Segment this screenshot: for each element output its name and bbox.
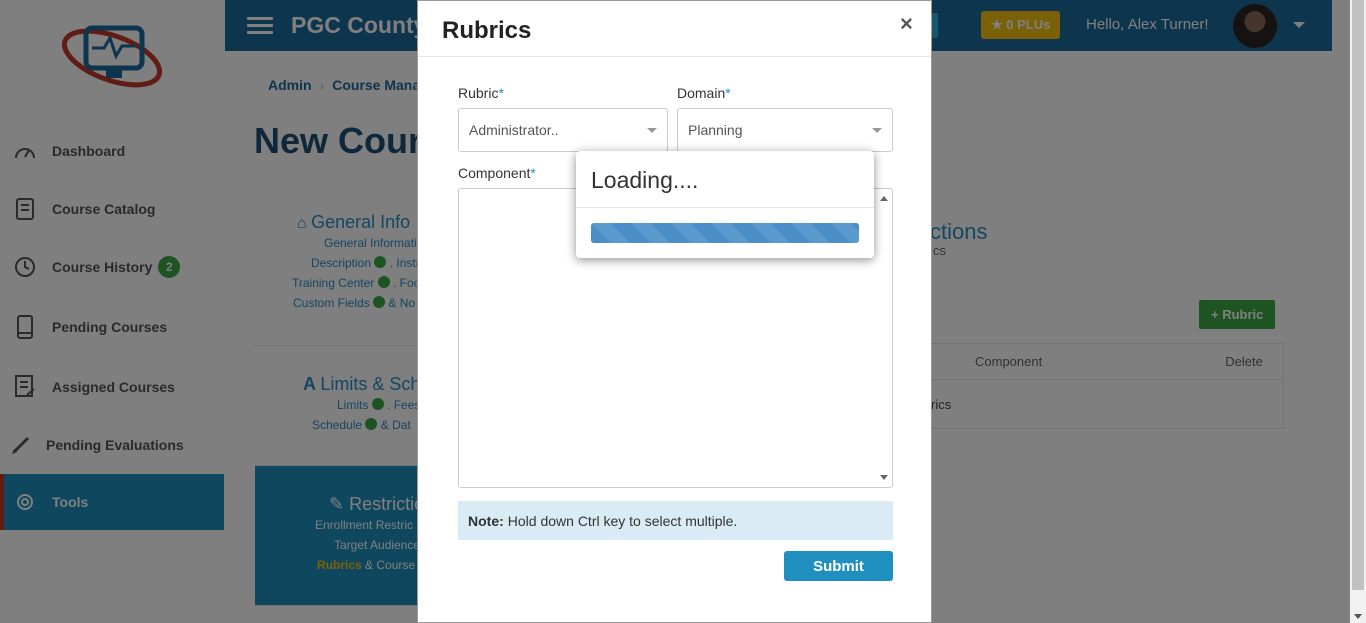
component-label: Component* (458, 165, 536, 181)
loading-progress-bar (591, 223, 859, 243)
multiselect-scrollbar[interactable] (876, 189, 892, 487)
rubric-selected-value: Administrator.. (469, 122, 559, 138)
domain-selected-value: Planning (688, 122, 743, 138)
chevron-down-icon (872, 128, 882, 133)
scroll-up-icon (880, 196, 888, 201)
page-scrollbar[interactable] (1350, 0, 1366, 623)
note-text: Hold down Ctrl key to select multiple. (507, 512, 738, 529)
submit-button[interactable]: Submit (784, 551, 893, 581)
scroll-down-icon (1354, 614, 1362, 619)
modal-header: Rubrics × (418, 1, 931, 57)
rubric-label: Rubric* (458, 85, 504, 101)
ctrl-note: Note: Hold down Ctrl key to select multip… (458, 501, 893, 540)
rubric-select[interactable]: Administrator.. (458, 108, 668, 152)
divider (576, 207, 874, 208)
progress-fill (591, 223, 859, 243)
note-label: Note: (468, 512, 504, 529)
rubrics-modal: Rubrics × Rubric* Administrator.. Domain… (417, 0, 932, 623)
modal-title: Rubrics (442, 17, 532, 44)
chevron-down-icon (647, 128, 657, 133)
scroll-down-icon (880, 475, 888, 480)
close-icon[interactable]: × (900, 11, 913, 37)
domain-select[interactable]: Planning (677, 108, 893, 152)
loading-dialog: Loading.... (576, 151, 874, 258)
domain-label: Domain* (677, 85, 731, 101)
loading-title: Loading.... (591, 167, 699, 193)
